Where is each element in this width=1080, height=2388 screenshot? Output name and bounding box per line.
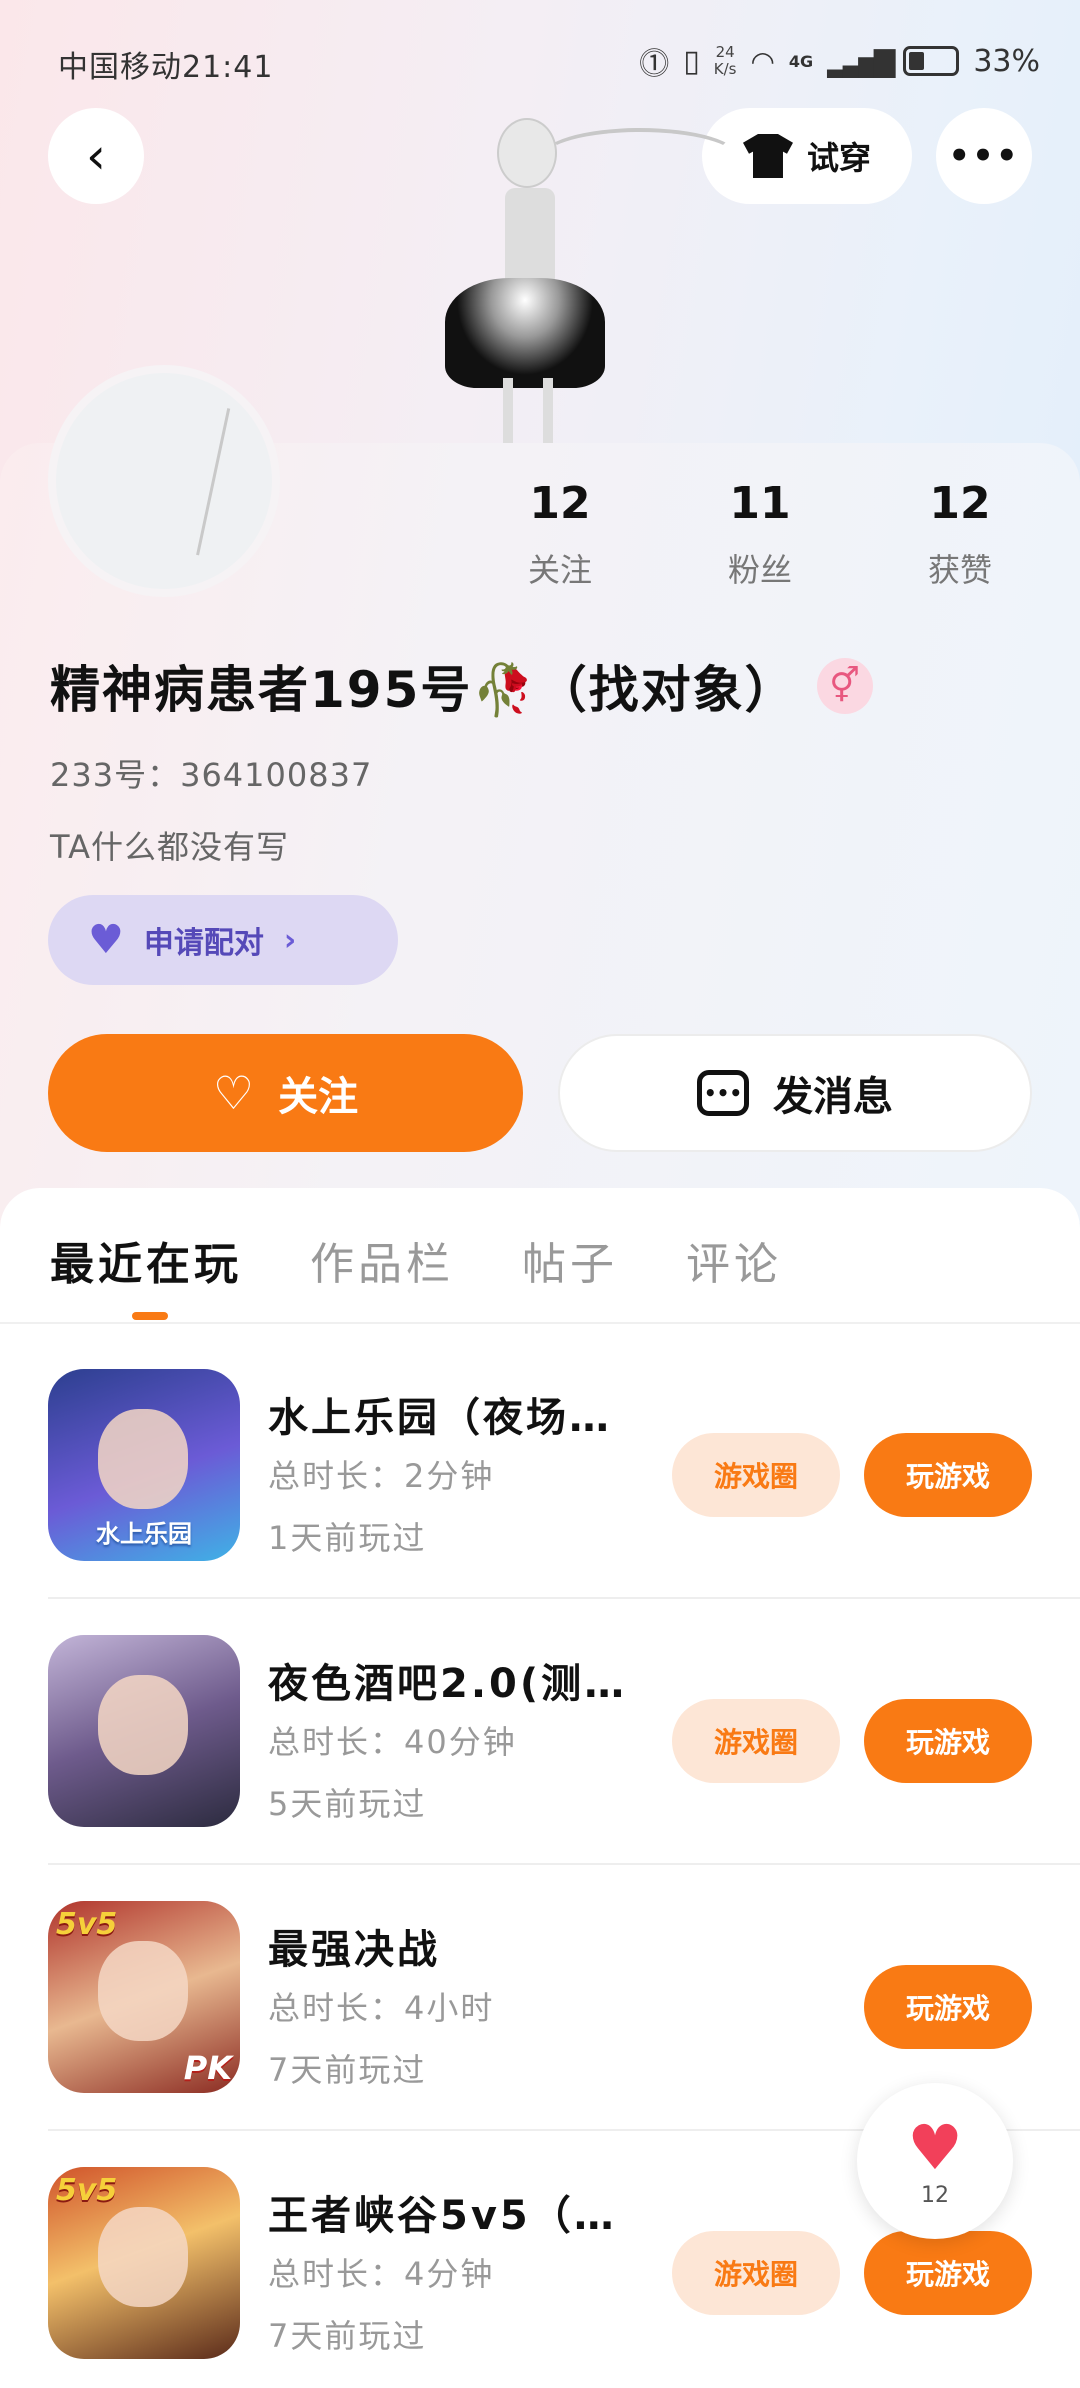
gender-icon: ⚥ [816, 658, 873, 714]
play-game-button[interactable]: 玩游戏 [864, 1699, 1032, 1783]
game-title: 王者峡谷5v5（… [268, 2193, 617, 2239]
heart-icon: ♥ [907, 2110, 963, 2184]
tab-recent-played[interactable]: 最近在玩 [50, 1228, 242, 1292]
username: 精神病患者195号🥀（找对象） [50, 661, 797, 719]
list-item[interactable]: 夜色酒吧2.0(测… 总时长：40分钟 5天前玩过 游戏圈 玩游戏 [48, 1599, 1080, 1865]
play-game-button[interactable]: 玩游戏 [864, 1965, 1032, 2049]
status-bar: 中国移动21:41 ⓵ ▯ 24 K/s ◠ 4G ▂▃▅▇ 33% [0, 36, 1080, 86]
follow-button[interactable]: ♡ 关注 [48, 1034, 523, 1152]
message-label: 发消息 [773, 1074, 893, 1120]
profile-stats: 12 关注 11 粉丝 12 获赞 [480, 478, 1040, 591]
net-speed: 24 K/s [713, 43, 737, 78]
message-button[interactable]: ••• 发消息 [558, 1034, 1032, 1152]
status-icons: ⓵ ▯ 24 K/s ◠ 4G ▂▃▅▇ 33% [639, 36, 1040, 86]
nfc-icon: ⓵ [639, 47, 670, 82]
try-on-label: 试穿 [806, 139, 871, 177]
stat-likes[interactable]: 12 获赞 [880, 478, 1040, 591]
battery-level: 33% [973, 43, 1040, 79]
game-icon[interactable]: 5v5 PK [48, 1901, 240, 2093]
chat-bubble-icon: ••• [697, 1070, 749, 1116]
heart-icon: ♥ [88, 917, 124, 963]
wifi-icon: ◠ [750, 44, 775, 78]
avatar[interactable] [48, 365, 280, 597]
game-title: 最强决战 [268, 1927, 440, 1973]
game-duration: 总时长：40分钟 [268, 1723, 517, 1761]
game-title: 水上乐园（夜场… [268, 1395, 612, 1441]
game-icon[interactable] [48, 1635, 240, 1827]
like-fab-button[interactable]: ♥ 12 [857, 2083, 1013, 2239]
back-button[interactable]: ‹ [48, 108, 144, 204]
avatar-figure[interactable] [445, 88, 740, 448]
stat-value: 12 [529, 478, 591, 529]
chevron-right-icon: › [283, 922, 297, 958]
stat-label: 关注 [527, 551, 592, 589]
game-last-played: 7天前玩过 [268, 2051, 427, 2089]
tab-comments[interactable]: 评论 [686, 1228, 782, 1292]
game-circle-button[interactable]: 游戏圈 [672, 1433, 840, 1517]
active-tab-indicator [132, 1312, 168, 1320]
battery-icon [903, 46, 960, 76]
game-circle-button[interactable]: 游戏圈 [672, 2231, 840, 2315]
play-game-button[interactable]: 玩游戏 [864, 2231, 1032, 2315]
stat-value: 12 [929, 478, 991, 529]
pair-label: 申请配对 [143, 926, 264, 961]
profile-page: 中国移动21:41 ⓵ ▯ 24 K/s ◠ 4G ▂▃▅▇ 33% ‹ 试穿 … [0, 0, 1080, 2388]
stat-label: 获赞 [927, 551, 992, 589]
tshirt-icon [742, 134, 793, 178]
request-pair-button[interactable]: ♥ 申请配对 › [48, 895, 398, 985]
stat-followers[interactable]: 11 粉丝 [680, 478, 840, 591]
tab-works[interactable]: 作品栏 [310, 1228, 454, 1292]
carrier-time: 中国移动21:41 [58, 50, 274, 85]
game-last-played: 7天前玩过 [268, 2317, 427, 2355]
heart-plus-icon: ♡ [212, 1066, 255, 1120]
list-item[interactable]: 水上乐园 水上乐园（夜场… 总时长：2分钟 1天前玩过 游戏圈 玩游戏 [48, 1333, 1080, 1599]
game-icon[interactable]: 5v5 [48, 2167, 240, 2359]
game-last-played: 5天前玩过 [268, 1785, 427, 1823]
chevron-left-icon: ‹ [86, 127, 106, 185]
more-button[interactable]: ••• [936, 108, 1032, 204]
game-duration: 总时长：4分钟 [268, 2255, 495, 2293]
game-circle-button[interactable]: 游戏圈 [672, 1699, 840, 1783]
like-count: 12 [921, 2182, 949, 2208]
game-title: 夜色酒吧2.0(测… [268, 1661, 628, 1707]
tab-bar: 最近在玩 作品栏 帖子 评论 [50, 1228, 782, 1292]
divider [0, 1322, 1080, 1324]
tab-posts[interactable]: 帖子 [522, 1228, 618, 1292]
more-dots-icon: ••• [948, 136, 1020, 176]
game-duration: 总时长：4小时 [268, 1989, 495, 2027]
stat-following[interactable]: 12 关注 [480, 478, 640, 591]
follow-label: 关注 [278, 1074, 359, 1120]
signal-icon: ▂▃▅▇ [827, 44, 895, 78]
vibrate-icon: ▯ [683, 43, 700, 79]
game-duration: 总时长：2分钟 [268, 1457, 495, 1495]
stat-value: 11 [729, 478, 791, 529]
game-icon[interactable]: 水上乐园 [48, 1369, 240, 1561]
play-game-button[interactable]: 玩游戏 [864, 1433, 1032, 1517]
game-last-played: 1天前玩过 [268, 1519, 427, 1557]
user-bio: TA什么都没有写 [50, 828, 289, 866]
stat-label: 粉丝 [727, 551, 792, 589]
name-row: 精神病患者195号🥀（找对象） ⚥ [50, 650, 873, 722]
user-id: 233号：364100837 [50, 756, 373, 794]
network-type: 4G [788, 51, 814, 71]
